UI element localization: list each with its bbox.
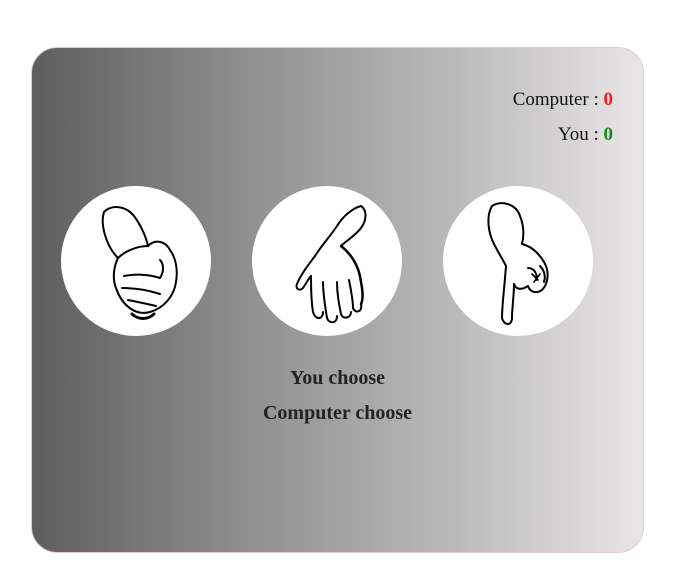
paper-choice-button[interactable] bbox=[252, 186, 402, 336]
computer-choose-text: Computer choose bbox=[262, 402, 413, 424]
you-score-line: You : 0 bbox=[513, 123, 613, 158]
you-choose-text: You choose bbox=[289, 367, 385, 389]
scissors-choice-button[interactable] bbox=[443, 186, 593, 336]
you-score-label: You : bbox=[557, 124, 604, 145]
two-finger-hand-icon bbox=[487, 202, 549, 325]
fist-hand-icon bbox=[101, 206, 178, 320]
computer-score-line: Computer : 0 bbox=[513, 88, 613, 123]
computer-score-label: Computer : bbox=[512, 89, 604, 110]
open-hand-icon bbox=[295, 205, 367, 324]
you-score-value: 0 bbox=[603, 124, 614, 145]
scoreboard: Computer : 0 You : 0 bbox=[513, 88, 613, 158]
game-panel: Computer : 0 You : 0 You choose Computer… bbox=[31, 47, 644, 553]
computer-score-value: 0 bbox=[603, 89, 614, 110]
rock-choice-button[interactable] bbox=[61, 186, 211, 336]
